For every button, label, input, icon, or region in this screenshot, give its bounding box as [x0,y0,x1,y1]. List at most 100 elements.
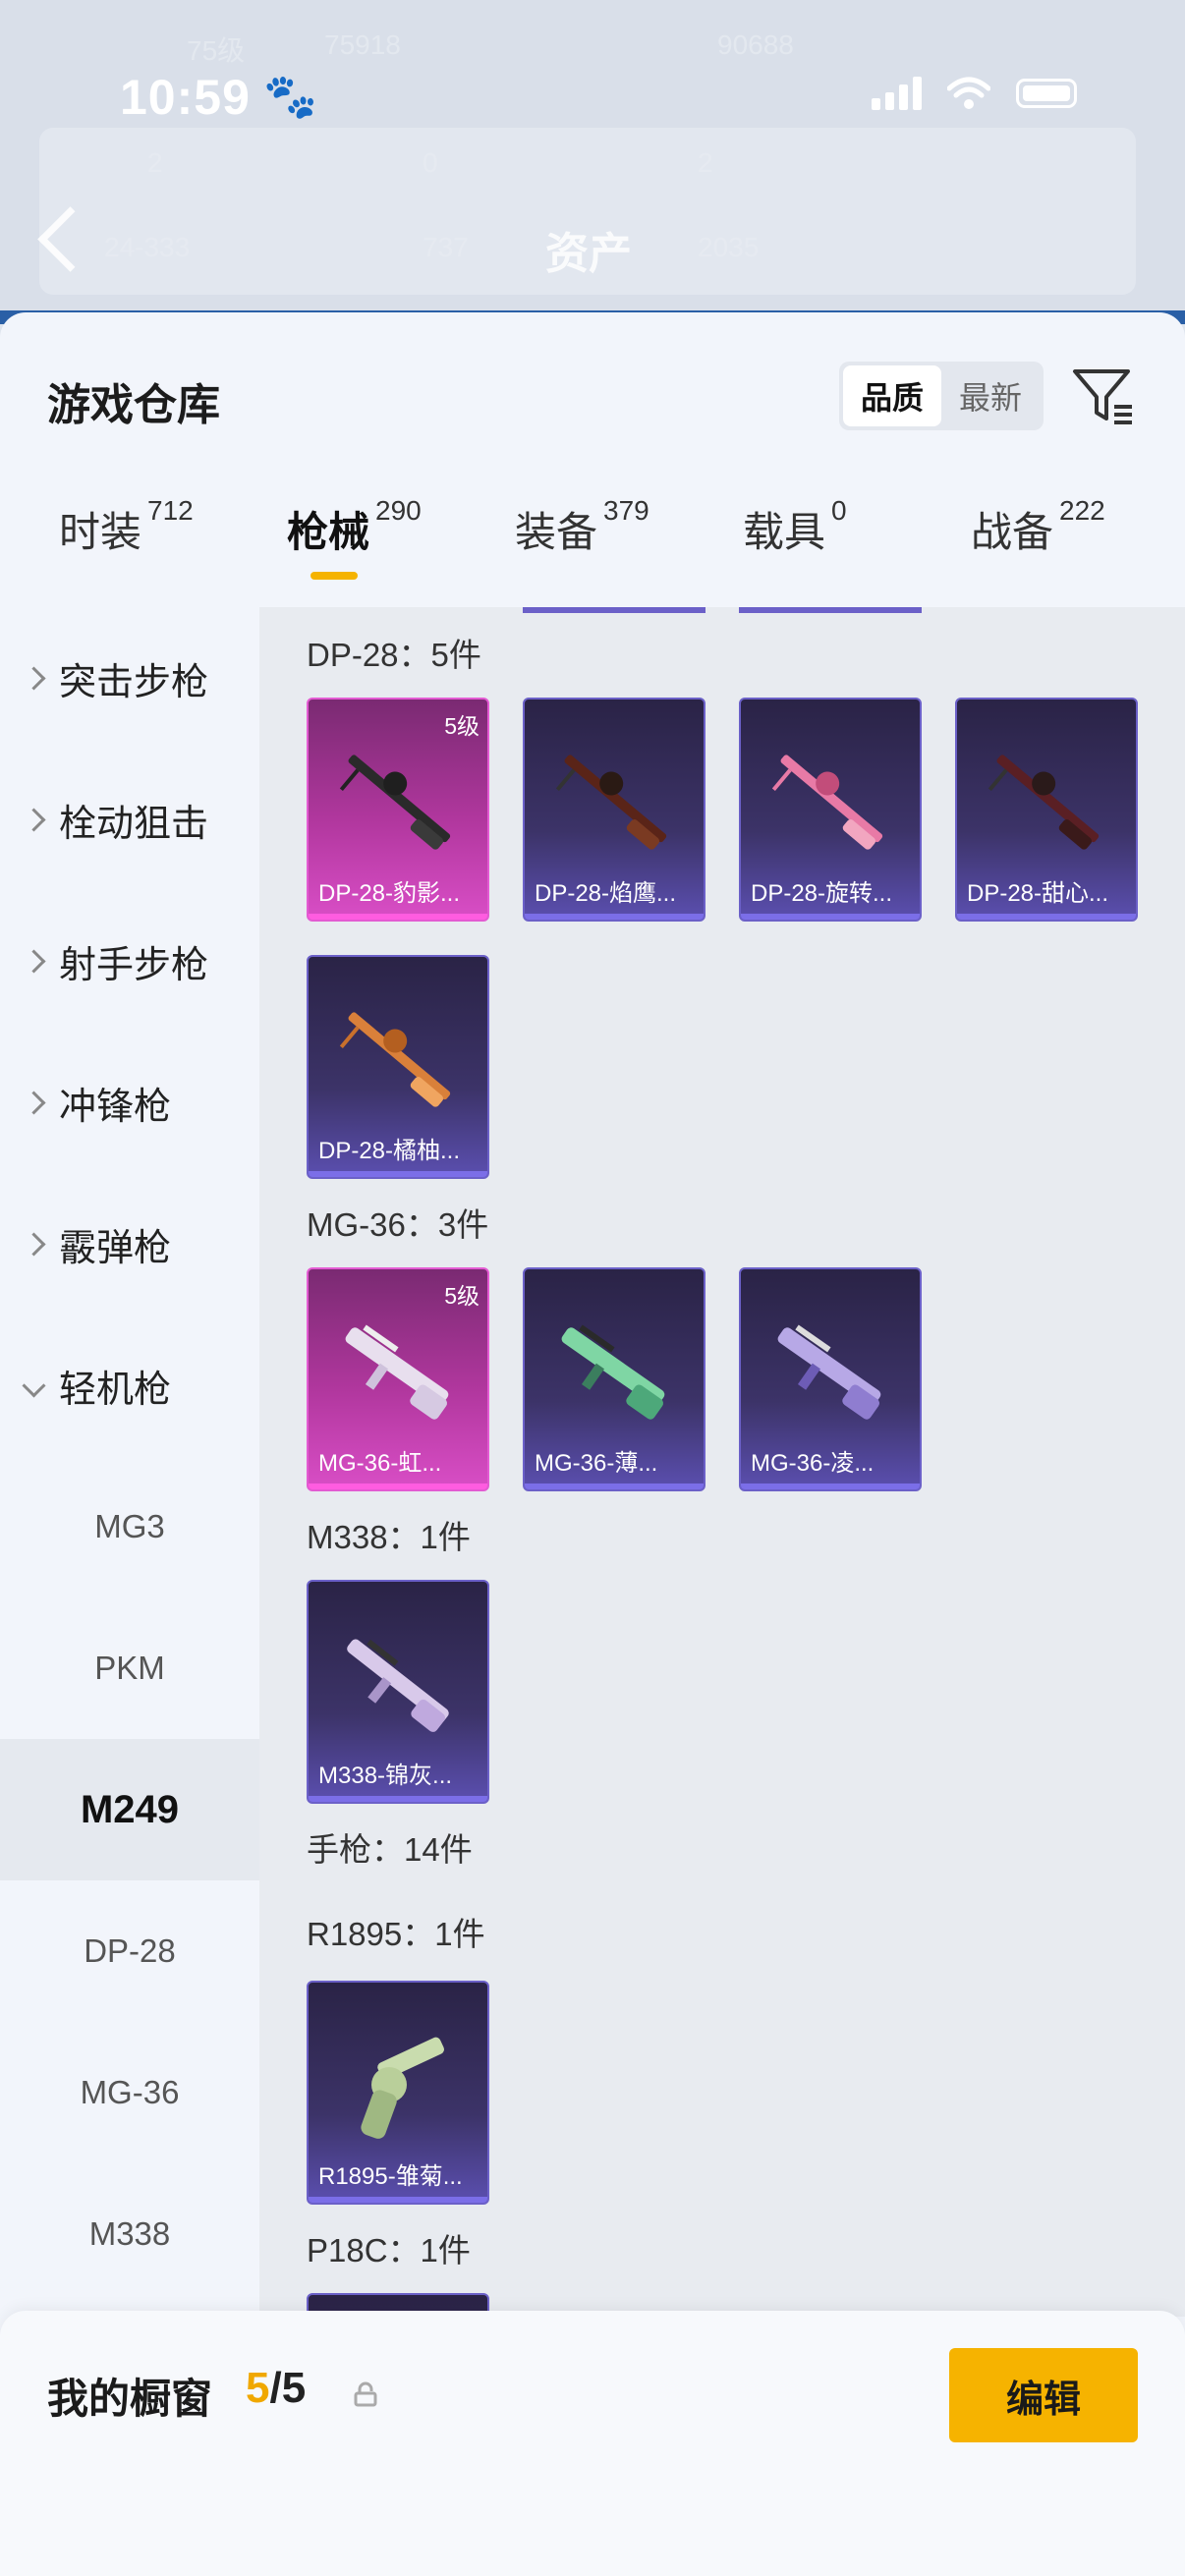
sidebar-item-marksman-rifle[interactable]: 射手步枪 [0,890,259,1032]
weapon-grid[interactable]: DP-28：5件 5级 DP-28-豹影... DP-28-焰鹰... DP-2… [259,607,1185,2317]
level-badge: 5级 [444,1283,480,1309]
weapon-card[interactable]: MG-36-凌... [739,1267,922,1491]
sidebar-sub-m249[interactable]: M249 [0,1739,259,1880]
section-title: DP-28：5件 [307,637,481,673]
background-text: 24-333 [104,232,191,262]
sidebar-sub-mg36[interactable]: MG-36 [0,2022,259,2163]
sidebar-sub-dp28[interactable]: DP-28 [0,1880,259,2022]
section-title: M338：1件 [307,1519,471,1555]
chevron-right-icon [22,948,46,974]
chevron-right-icon [22,665,46,691]
signal-icon [872,77,922,110]
level-badge: 5级 [444,713,480,739]
tab-supplies[interactable]: 战备 222 [971,495,1105,559]
weapon-card-label: DP-28-旋转... [751,880,893,907]
tab-count: 712 [147,495,194,526]
sidebar-item-label: 栓动狙击 [59,803,209,845]
weapon-card[interactable]: M338-锦灰... [307,1580,489,1804]
status-time: 10:59 [120,70,251,125]
weapon-card[interactable]: DP-28-甜心... [955,698,1138,922]
showcase-separator: / [269,2364,282,2412]
background-text: 2035 [698,232,760,262]
wifi-icon [947,77,990,109]
weapon-card[interactable]: DP-28-橘柚... [307,955,489,1179]
weapon-card[interactable]: MG-36-薄... [523,1267,705,1491]
tab-label: 时装 [59,509,142,555]
chevron-right-icon [22,1231,46,1257]
tab-guns[interactable]: 枪械 290 [287,495,422,559]
weapon-card-label: DP-28-甜心... [967,880,1109,907]
background-text: 2 [147,147,163,178]
lock-icon [354,2381,377,2407]
section-title: 手枪：14件 [307,1831,473,1868]
weapon-card[interactable]: 5级 DP-28-豹影... [307,698,489,922]
background-text: 90688 [717,29,794,60]
background-page: 75级 75918 90688 2 0 2 24-333 737 2035 10… [0,0,1185,324]
weapon-card[interactable]: 5级 MG-36-虹... [307,1267,489,1491]
paw-icon: 🐾 [263,73,317,121]
tab-label: 载具 [743,509,826,555]
card-edge [523,607,705,613]
weapon-card-label: DP-28-豹影... [318,880,461,907]
weapon-card-label: MG-36-薄... [535,1450,658,1477]
weapon-card-label: R1895-雏菊... [318,2163,463,2190]
sort-quality-button[interactable]: 品质 [843,365,941,426]
active-tab-indicator [310,572,358,580]
tab-label: 枪械 [287,509,370,555]
sheet-title: 游戏仓库 [47,381,220,429]
background-text: 75918 [324,29,401,60]
chevron-down-icon [22,1373,46,1398]
showcase-current: 5 [246,2364,270,2412]
tab-label: 装备 [515,509,598,555]
section-title: R1895：1件 [307,1916,485,1952]
sort-newest-button[interactable]: 最新 [941,365,1040,426]
showcase-bar: 我的橱窗 5/5 编辑 [0,2311,1185,2576]
warehouse-sheet: 游戏仓库 品质 最新 时装 712 枪械 290 装备 379 载具 0 战备 … [0,312,1185,2576]
weapon-card-label: MG-36-凌... [751,1450,875,1477]
sidebar-item-bolt-sniper[interactable]: 栓动狙击 [0,749,259,890]
sidebar-item-smg[interactable]: 冲锋枪 [0,1032,259,1173]
sidebar-item-assault-rifle[interactable]: 突击步枪 [0,607,259,749]
weapon-card-label: M338-锦灰... [318,1763,453,1789]
sidebar-item-label: 霰弹枪 [59,1227,172,1269]
weapon-card[interactable]: R1895-雏菊... [307,1981,489,2205]
section-title: P18C：1件 [307,2232,471,2268]
sidebar-sub-m338[interactable]: M338 [0,2163,259,2305]
sort-toggle: 品质 最新 [839,362,1044,430]
tab-count: 379 [603,495,649,526]
section-title: MG-36：3件 [307,1206,489,1243]
sidebar-item-label: 轻机枪 [59,1369,172,1411]
edit-button[interactable]: 编辑 [949,2348,1138,2442]
showcase-count: 5/5 [246,2364,306,2413]
background-page-title: 资产 [545,230,632,278]
tab-vehicles[interactable]: 载具 0 [743,495,847,559]
tab-count: 222 [1059,495,1105,526]
background-text: 0 [423,147,438,178]
sidebar-item-label: 冲锋枪 [59,1086,172,1128]
background-text: 2 [698,147,713,178]
status-icons [872,77,1077,110]
background-text: 75级 [187,35,246,66]
showcase-total: 5 [281,2364,307,2412]
tab-count: 290 [375,495,422,526]
filter-icon[interactable] [1071,365,1136,428]
tab-label: 战备 [971,509,1054,555]
chevron-right-icon [22,807,46,832]
tab-fashion[interactable]: 时装 712 [59,495,194,559]
tab-count: 0 [831,495,847,526]
sidebar-sub-mg3[interactable]: MG3 [0,1456,259,1597]
sidebar-sub-pkm[interactable]: PKM [0,1597,259,1739]
background-text: 737 [423,232,469,262]
sidebar-item-label: 射手步枪 [59,944,209,986]
category-tabs: 时装 712 枪械 290 装备 379 载具 0 战备 222 [0,495,1185,607]
sidebar-item-shotgun[interactable]: 霰弹枪 [0,1173,259,1315]
weapon-card-label: MG-36-虹... [318,1450,442,1477]
weapon-card-label: DP-28-焰鹰... [535,880,677,907]
weapon-category-sidebar: 突击步枪 栓动狙击 射手步枪 冲锋枪 霰弹枪 轻机枪 MG3 PKM M249 … [0,607,259,2317]
weapon-card-label: DP-28-橘柚... [318,1138,461,1164]
weapon-card[interactable]: DP-28-焰鹰... [523,698,705,922]
tab-equipment[interactable]: 装备 379 [515,495,649,559]
sidebar-item-lmg[interactable]: 轻机枪 [0,1315,259,1456]
card-edge [739,607,922,613]
weapon-card[interactable]: DP-28-旋转... [739,698,922,922]
